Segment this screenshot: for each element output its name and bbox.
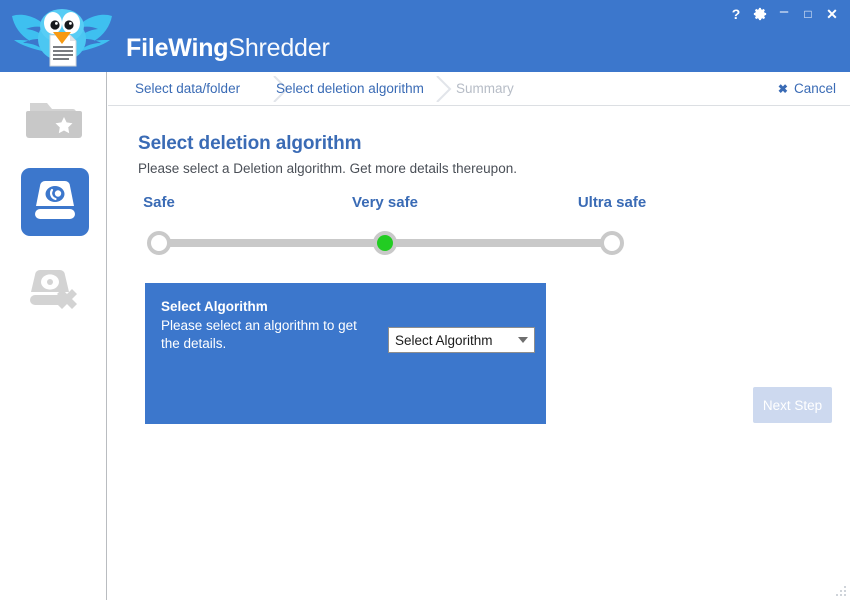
app-logo — [6, 2, 118, 70]
minimize-icon[interactable]: – — [772, 0, 796, 28]
maximize-icon[interactable]: □ — [796, 3, 820, 25]
resize-grip[interactable] — [834, 584, 847, 597]
gear-icon[interactable] — [748, 3, 772, 25]
chevron-down-icon — [512, 337, 534, 343]
algorithm-select[interactable]: Select Algorithm — [388, 327, 535, 353]
algorithm-panel-title: Select Algorithm — [161, 299, 268, 314]
breadcrumb-step-select-algorithm[interactable]: Select deletion algorithm — [276, 72, 424, 105]
app-product-name: Shredder — [228, 34, 330, 62]
slider-node-very-safe[interactable] — [373, 231, 397, 255]
sidebar-item-disk-shredder[interactable] — [21, 168, 89, 236]
page-title: Select deletion algorithm — [138, 133, 362, 154]
algorithm-panel: Select Algorithm Please select an algori… — [145, 283, 546, 424]
folder-star-icon — [26, 103, 82, 138]
app-title: FileWingShredder — [126, 34, 330, 63]
disk-delete-icon — [30, 270, 77, 309]
close-icon[interactable]: ✕ — [820, 3, 844, 25]
bird-logo-icon — [12, 9, 112, 67]
window-controls: ? – □ ✕ — [724, 3, 844, 25]
algorithm-select-value: Select Algorithm — [395, 332, 493, 348]
breadcrumb-step-summary: Summary — [456, 81, 514, 96]
slider-node-ultra-safe[interactable] — [600, 231, 624, 255]
help-icon[interactable]: ? — [724, 3, 748, 25]
sidebar-item-folder-star[interactable] — [21, 85, 89, 153]
sidebar-item-disk-delete[interactable] — [21, 255, 89, 323]
sidebar — [0, 72, 107, 600]
main-content: Select data/folder Select deletion algor… — [108, 72, 850, 600]
page-subtitle: Please select a Deletion algorithm. Get … — [138, 161, 517, 176]
cancel-button[interactable]: ✖ Cancel — [778, 72, 836, 105]
close-icon: ✖ — [777, 81, 788, 96]
safety-level-slider[interactable]: Safe Very safe Ultra safe — [108, 194, 850, 255]
breadcrumb-step-select-data[interactable]: Select data/folder — [135, 72, 240, 105]
breadcrumb-chevron-icon-2 — [436, 76, 452, 102]
slider-label-ultra-safe: Ultra safe — [577, 194, 647, 211]
slider-label-very-safe: Very safe — [352, 194, 418, 211]
disk-shredder-icon — [35, 181, 75, 219]
slider-label-safe: Safe — [143, 194, 175, 211]
breadcrumb: Select data/folder Select deletion algor… — [108, 72, 850, 106]
title-bar: FileWingShredder ? – □ ✕ — [0, 0, 850, 72]
app-brand-name: FileWing — [126, 34, 229, 62]
cancel-button-label: Cancel — [793, 81, 836, 96]
slider-node-safe[interactable] — [147, 231, 171, 255]
next-step-button[interactable]: Next Step — [753, 387, 832, 423]
algorithm-panel-description: Please select an algorithm to get the de… — [161, 318, 357, 351]
